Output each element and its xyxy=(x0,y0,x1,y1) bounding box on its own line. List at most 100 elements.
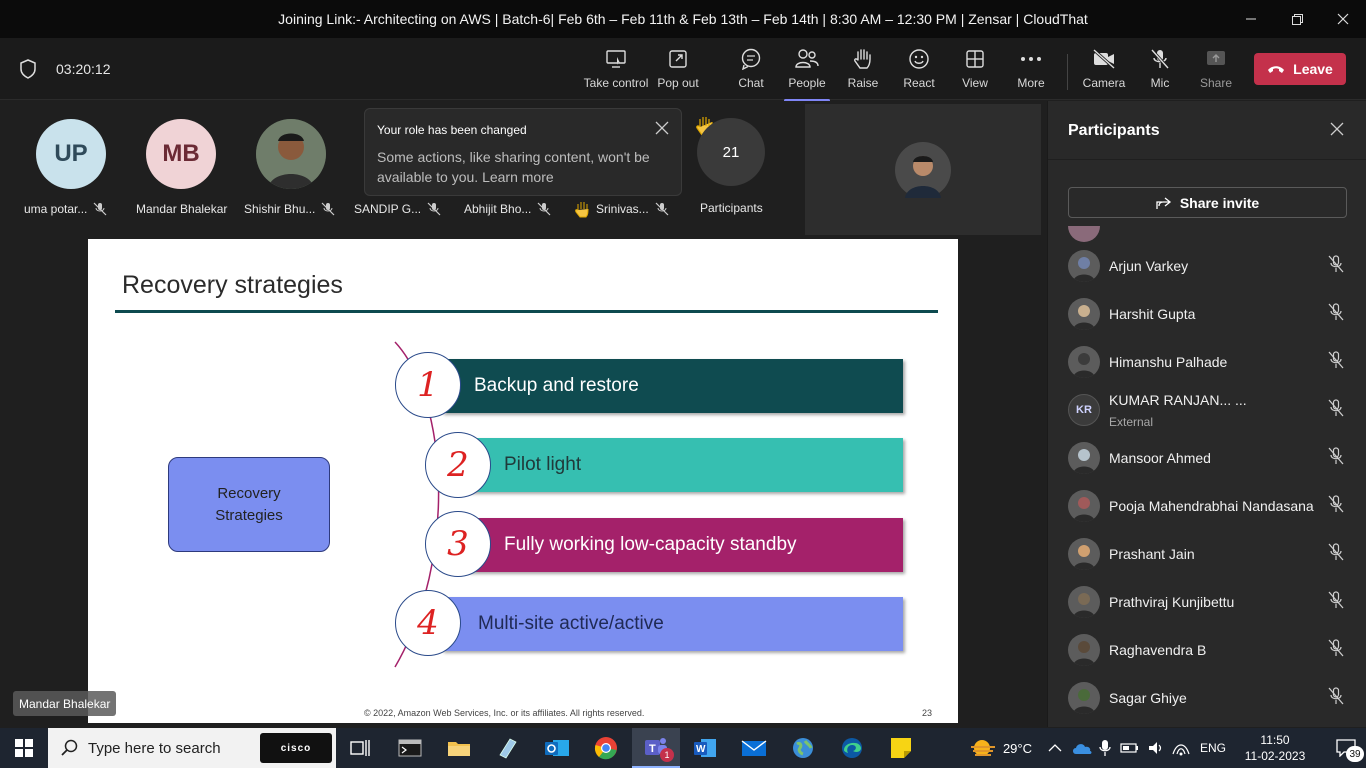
onedrive-icon[interactable] xyxy=(1072,741,1092,755)
shield-icon[interactable] xyxy=(18,58,38,80)
participant-list[interactable]: Arjun Varkey Harshit Gupta Himanshu Palhad… xyxy=(1048,226,1366,726)
mail-icon xyxy=(741,740,767,756)
shared-slide: Recovery strategies Recovery Strategies … xyxy=(88,239,958,723)
avatar xyxy=(1068,298,1100,330)
raise-hand-button[interactable]: Raise xyxy=(835,46,891,96)
search-placeholder: Type here to search xyxy=(88,739,221,757)
clock[interactable]: 11:50 11-02-2023 xyxy=(1240,732,1310,764)
share-button[interactable]: Share xyxy=(1188,46,1244,96)
mic-button[interactable]: Mic xyxy=(1132,46,1188,96)
close-icon[interactable] xyxy=(655,121,669,135)
video-tile[interactable] xyxy=(805,104,1041,235)
chrome-app-button[interactable] xyxy=(582,728,630,768)
participant-name: KUMAR RANJAN... ... xyxy=(1109,392,1247,408)
language-indicator[interactable]: ENG xyxy=(1200,741,1226,755)
participant-tile[interactable]: UP xyxy=(26,119,116,189)
share-invite-button[interactable]: Share invite xyxy=(1068,187,1347,218)
weather-icon[interactable] xyxy=(969,737,997,759)
word-app-button[interactable]: W xyxy=(681,728,729,768)
avatar xyxy=(1068,586,1100,618)
list-item[interactable]: Prashant Jain xyxy=(1048,530,1366,578)
avatar xyxy=(1068,226,1100,242)
react-button[interactable]: React xyxy=(891,46,947,96)
file-explorer-button[interactable] xyxy=(435,728,483,768)
step-number-3: 3 xyxy=(425,511,491,577)
share-invite-label: Share invite xyxy=(1179,194,1260,211)
participant-external-tag: External xyxy=(1109,415,1154,429)
participants-panel: Participants Share invite Arjun Varkey Ha… xyxy=(1047,101,1366,727)
participant-tile[interactable]: MB xyxy=(136,119,226,189)
pop-out-button[interactable]: Pop out xyxy=(650,46,706,96)
teams-badge: 1 xyxy=(660,748,674,762)
outlook-app-button[interactable] xyxy=(533,728,581,768)
task-view-button[interactable] xyxy=(336,728,384,768)
weather-temp[interactable]: 29°C xyxy=(1003,741,1032,756)
take-control-icon xyxy=(605,46,627,72)
view-button[interactable]: View xyxy=(947,46,1003,96)
participant-count[interactable]: 21 xyxy=(697,118,765,186)
strategy-bar-2: Pilot light xyxy=(468,438,903,492)
strategy-label: Pilot light xyxy=(504,454,582,475)
list-item[interactable]: Raghavendra B xyxy=(1048,626,1366,674)
list-item[interactable]: KR KUMAR RANJAN... ... External xyxy=(1048,386,1366,434)
mic-off-icon xyxy=(655,202,669,216)
notification-center-button[interactable]: 39 xyxy=(1326,728,1366,768)
participant-tile[interactable] xyxy=(246,119,336,189)
participant-mic-status xyxy=(1328,638,1344,662)
mic-off-icon xyxy=(537,202,551,216)
participant-name: Srinivas... xyxy=(574,200,669,218)
mic-off-icon xyxy=(1328,350,1344,368)
more-button[interactable]: More xyxy=(1003,46,1059,96)
microphone-icon[interactable] xyxy=(1098,739,1112,757)
mic-off-icon xyxy=(1328,686,1344,704)
pop-out-icon xyxy=(668,46,688,72)
take-control-button[interactable]: Take control xyxy=(584,46,648,96)
mic-off-icon xyxy=(1328,494,1344,512)
start-button[interactable] xyxy=(0,728,48,768)
task-view-icon xyxy=(350,740,370,756)
outlook-icon xyxy=(545,740,569,756)
speaker-icon[interactable] xyxy=(1148,741,1164,755)
close-icon[interactable] xyxy=(1330,122,1344,136)
participant-name: Raghavendra B xyxy=(1109,642,1207,658)
minimize-button[interactable] xyxy=(1228,0,1274,38)
list-item[interactable]: Arjun Varkey xyxy=(1048,242,1366,290)
mic-off-icon xyxy=(1328,302,1344,320)
cisco-app-button[interactable]: cisco xyxy=(260,733,332,763)
list-item[interactable]: Himanshu Palhade xyxy=(1048,338,1366,386)
phone-hangup-icon xyxy=(1268,66,1285,73)
close-window-button[interactable] xyxy=(1320,0,1366,38)
strategy-label: Fully working low-capacity standby xyxy=(504,534,797,555)
edge-app-button[interactable] xyxy=(828,728,876,768)
notepad-app-button[interactable] xyxy=(484,728,532,768)
maps-app-button[interactable] xyxy=(779,728,827,768)
maximize-button[interactable] xyxy=(1274,0,1320,38)
camera-off-icon xyxy=(1092,46,1116,72)
terminal-icon xyxy=(398,739,422,757)
list-item[interactable]: Sagar Ghiye xyxy=(1048,674,1366,722)
list-item[interactable]: Mansoor Ahmed xyxy=(1048,434,1366,482)
list-item[interactable]: Prathviraj Kunjibettu xyxy=(1048,578,1366,626)
terminal-app-button[interactable] xyxy=(386,728,434,768)
mic-off-icon xyxy=(427,202,441,216)
wifi-icon[interactable] xyxy=(1172,740,1190,756)
mic-off-icon xyxy=(1328,590,1344,608)
teams-app-button[interactable]: T 1 xyxy=(632,728,680,768)
battery-icon[interactable] xyxy=(1120,741,1140,755)
participant-name: Mandar Bhalekar xyxy=(136,202,227,216)
people-button[interactable]: People xyxy=(779,46,835,102)
list-item[interactable]: Harshit Gupta xyxy=(1048,290,1366,338)
mail-app-button[interactable] xyxy=(730,728,778,768)
leave-button[interactable]: Leave xyxy=(1254,53,1346,85)
meeting-toolbar: 03:20:12 Take control Pop out Chat Peopl… xyxy=(0,38,1366,102)
avatar xyxy=(1068,682,1100,714)
camera-button[interactable]: Camera xyxy=(1076,46,1132,96)
strategy-label: Multi-site active/active xyxy=(478,613,664,634)
participant-name: Arjun Varkey xyxy=(1109,258,1189,274)
list-item[interactable]: Pooja Mahendrabhai Nandasana xyxy=(1048,482,1366,530)
chat-button[interactable]: Chat xyxy=(723,46,779,96)
sticky-notes-button[interactable] xyxy=(877,728,925,768)
leave-label: Leave xyxy=(1293,61,1333,77)
chevron-up-icon[interactable] xyxy=(1048,743,1062,753)
window-title: Joining Link:- Architecting on AWS | Bat… xyxy=(278,11,1088,27)
